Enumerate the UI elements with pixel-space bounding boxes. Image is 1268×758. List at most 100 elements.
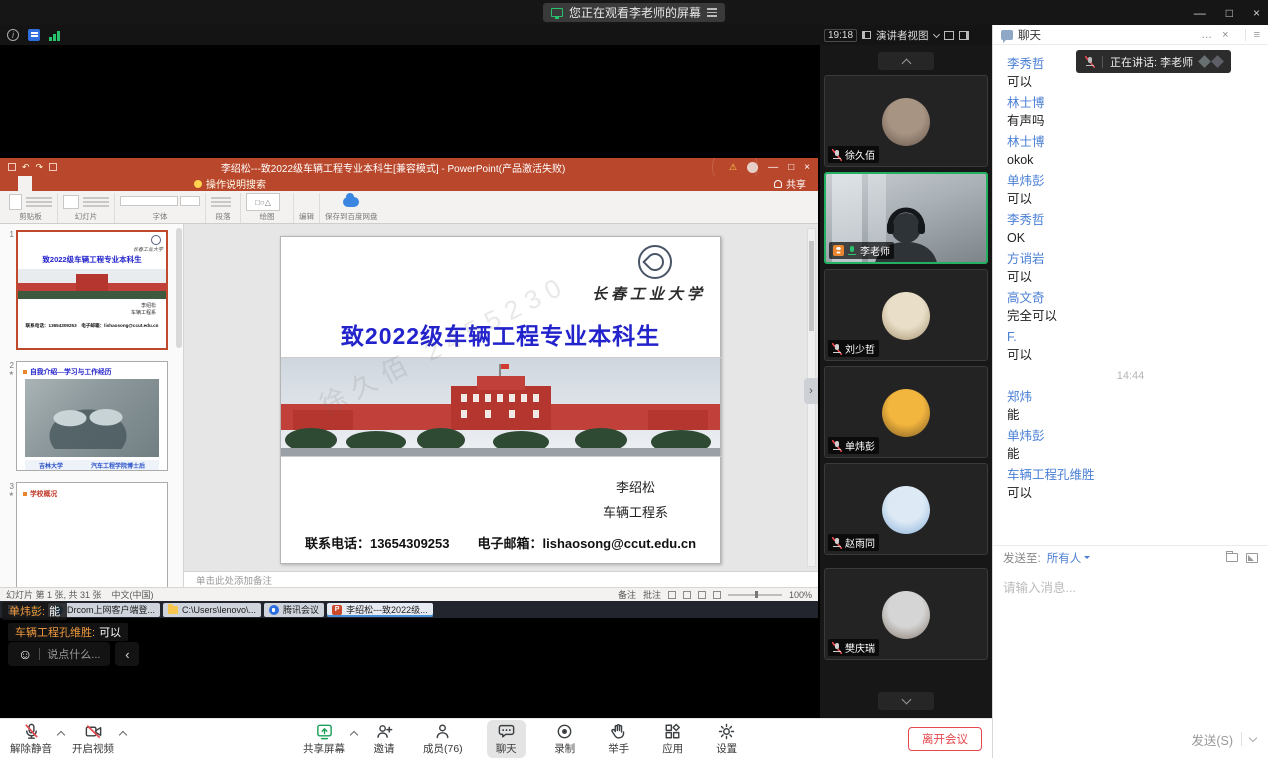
chat-sender-name[interactable]: 李秀哲 [1007, 211, 1268, 229]
participant-tile[interactable]: 徐久佰 [824, 75, 988, 167]
chat-sender-name[interactable]: 车辆工程孔维胜 [1007, 466, 1268, 484]
reading-view-icon[interactable] [698, 591, 706, 599]
chat-sender-name[interactable]: 单炜彭 [1007, 427, 1268, 445]
ribbon-tab[interactable] [158, 176, 172, 191]
ribbon-tab[interactable] [172, 176, 186, 191]
chat-more-button[interactable]: … [1201, 29, 1212, 41]
ribbon-tab[interactable] [46, 176, 60, 191]
tell-me-search[interactable]: 操作说明搜索 [206, 176, 266, 191]
collapse-danmaku-button[interactable]: ‹ [115, 642, 139, 666]
chat-close-button[interactable]: × [1222, 29, 1228, 41]
scroll-participants-down-button[interactable] [878, 692, 934, 710]
ribbon-group-paragraph[interactable]: 段落 [206, 193, 241, 223]
participant-tile[interactable]: 赵雨同 [824, 463, 988, 555]
ribbon-group-editing[interactable]: 编辑 [294, 193, 320, 223]
fullscreen-icon[interactable] [944, 31, 954, 40]
minimize-button[interactable]: — [1194, 6, 1206, 20]
participant-tile[interactable]: 李老师 [824, 172, 988, 264]
slideshow-icon[interactable] [49, 163, 57, 171]
chat-sender-name[interactable]: 方诮岩 [1007, 250, 1268, 268]
chat-sender-name[interactable]: 林士博 [1007, 133, 1268, 151]
redo-icon[interactable]: ↷ [36, 162, 44, 173]
layout-icon[interactable] [959, 31, 969, 40]
slide-canvas[interactable]: 长春工业大学 致2022级车辆工程专业本科生 [280, 236, 721, 564]
ppt-minimize-button[interactable]: — [768, 162, 778, 173]
control-button[interactable]: 录制 [550, 722, 580, 756]
chat-menu-icon[interactable]: ≡ [1245, 29, 1260, 41]
send-button[interactable]: 发送(S) [1191, 730, 1256, 749]
chat-sender-name[interactable]: 高文奇 [1007, 289, 1268, 307]
shape-gallery[interactable]: □○△ [246, 193, 280, 211]
slideshow-view-icon[interactable] [713, 591, 721, 599]
ppt-maximize-button[interactable]: □ [788, 162, 794, 173]
chat-input[interactable]: 请输入消息... [993, 569, 1268, 720]
control-button[interactable]: 聊天 [487, 720, 526, 758]
ribbon-tab[interactable] [102, 176, 116, 191]
chevron-up-icon[interactable] [350, 731, 358, 739]
control-button[interactable]: 成员(76) [423, 722, 463, 756]
close-button[interactable]: × [1253, 6, 1260, 20]
taskbar-item[interactable]: P 李绍松---致2022级... [327, 603, 433, 617]
zoom-level[interactable]: 100% [789, 590, 812, 600]
ribbon-group-clipboard[interactable]: 剪贴板 [4, 193, 58, 223]
info-icon[interactable]: i [7, 29, 19, 41]
maximize-button[interactable]: □ [1226, 6, 1233, 20]
control-button[interactable]: 共享屏幕 [303, 722, 345, 756]
ribbon-group-drawing[interactable]: □○△ 绘图 [241, 193, 294, 223]
ppt-quick-access-toolbar[interactable]: ↶ ↷ [0, 162, 65, 173]
taskbar-item[interactable]: 腾讯会议 [264, 603, 324, 617]
chat-sender-name[interactable]: 郑炜 [1007, 388, 1268, 406]
chat-sender-name[interactable]: 单炜彭 [1007, 172, 1268, 190]
slide-thumbnail-3[interactable]: 学校概况 [16, 482, 168, 587]
panel-collapse-handle[interactable]: › [804, 378, 818, 404]
control-button[interactable]: 举手 [604, 722, 634, 756]
thumbnail-scrollbar[interactable] [176, 228, 182, 348]
chevron-up-icon[interactable] [119, 731, 127, 739]
chevron-down-icon[interactable] [932, 30, 939, 37]
participant-tile[interactable]: 刘少哲 [824, 269, 988, 361]
ribbon-tab[interactable] [4, 176, 18, 191]
ribbon-tab[interactable] [88, 176, 102, 191]
chat-message-list[interactable]: 李秀哲 可以 林士博 有声吗 林士博 okok 单炜彭 可以 李秀哲 OK 方诮… [993, 45, 1268, 545]
send-to-selector[interactable]: 所有人 [1047, 550, 1091, 566]
control-button[interactable]: 开启视频 [72, 722, 114, 756]
participant-tile[interactable]: 樊庆瑞 [824, 568, 988, 660]
slide-sorter-icon[interactable] [683, 591, 691, 599]
language-indicator[interactable]: 中文(中国) [112, 588, 154, 601]
control-button[interactable]: 邀请 [369, 722, 399, 756]
share-button[interactable]: 共享 [774, 176, 818, 191]
control-button[interactable]: 解除静音 [10, 722, 52, 756]
control-button[interactable]: 应用 [658, 722, 688, 756]
meeting-doc-icon[interactable] [28, 29, 40, 41]
ribbon-tab[interactable] [74, 176, 88, 191]
normal-view-icon[interactable] [668, 591, 676, 599]
ribbon-tab[interactable] [32, 176, 46, 191]
ribbon-tab[interactable] [18, 176, 32, 191]
slide-thumbnail-1[interactable]: 长春工业大学 致2022级车辆工程专业本科生 李绍松车辆工程系 [16, 230, 168, 350]
notes-pane[interactable]: 单击此处添加备注 [184, 571, 818, 587]
account-avatar[interactable] [747, 162, 758, 173]
send-image-icon[interactable] [1246, 553, 1258, 563]
leave-meeting-button[interactable]: 离开会议 [908, 727, 982, 751]
danmaku-input[interactable]: ☺ 说点什么... [8, 642, 110, 666]
ppt-close-button[interactable]: × [804, 162, 810, 173]
save-to-baidu-pan[interactable]: 保存到百度网盘 [320, 193, 383, 223]
options-icon[interactable] [707, 8, 717, 17]
save-icon[interactable] [8, 163, 16, 171]
scroll-participants-up-button[interactable] [878, 52, 934, 70]
chat-sender-name[interactable]: 林士博 [1007, 94, 1268, 112]
participant-tile[interactable]: 单炜彭 [824, 366, 988, 458]
notes-toggle[interactable]: 备注 [618, 588, 636, 601]
ribbon-group-slides[interactable]: 幻灯片 [58, 193, 115, 223]
zoom-slider[interactable] [728, 594, 782, 596]
taskbar-item[interactable]: C:\Users\lenovo\... [163, 603, 261, 617]
chevron-up-icon[interactable] [57, 731, 65, 739]
chat-sender-name[interactable]: F. [1007, 328, 1268, 346]
control-button[interactable]: 设置 [712, 722, 742, 756]
undo-icon[interactable]: ↶ [22, 162, 30, 173]
ribbon-tab[interactable] [144, 176, 158, 191]
emoji-icon[interactable]: ☺ [18, 647, 32, 661]
ribbon-group-font[interactable]: 字体 [115, 193, 206, 223]
view-mode-selector[interactable]: 演讲者视图 [876, 28, 929, 43]
comments-toggle[interactable]: 批注 [643, 588, 661, 601]
